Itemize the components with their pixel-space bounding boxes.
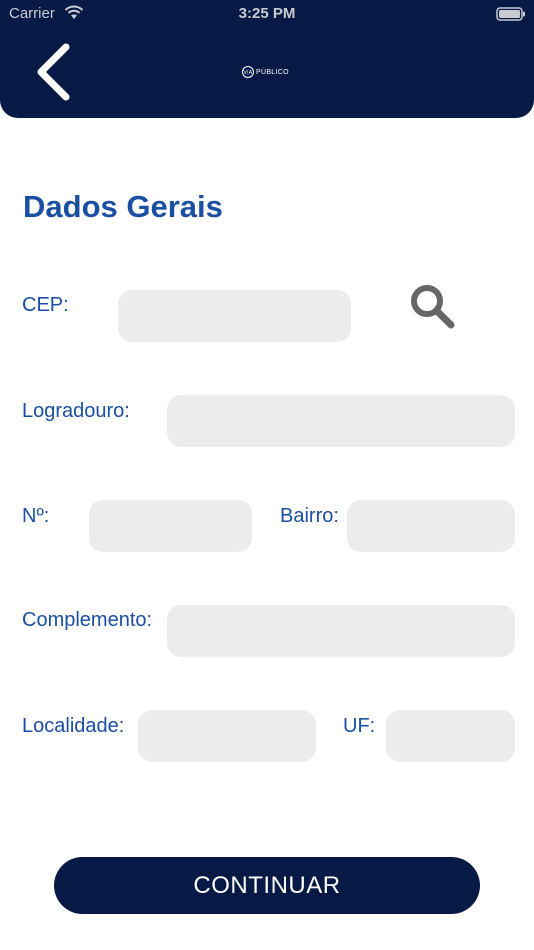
page-title: Dados Gerais bbox=[23, 189, 223, 224]
app-logo: VIA PÚBLICO bbox=[242, 64, 289, 80]
continue-button[interactable]: CONTINUAR bbox=[54, 857, 480, 914]
back-button[interactable] bbox=[28, 42, 78, 102]
battery-icon bbox=[496, 7, 525, 21]
cep-input[interactable] bbox=[118, 290, 351, 342]
complemento-label: Complemento: bbox=[22, 609, 153, 631]
logradouro-label: Logradouro: bbox=[22, 400, 130, 422]
complemento-input[interactable] bbox=[167, 605, 515, 657]
numero-label: Nº: bbox=[22, 505, 50, 527]
app-header: Carrier 3:25 PM VIA PÚBLICO bbox=[0, 0, 534, 118]
cep-label: CEP: bbox=[22, 294, 69, 316]
bairro-input[interactable] bbox=[347, 500, 515, 552]
logo-text: PÚBLICO bbox=[256, 68, 289, 76]
status-bar: Carrier 3:25 PM bbox=[0, 0, 534, 28]
search-icon[interactable] bbox=[408, 282, 456, 330]
bairro-label: Bairro: bbox=[280, 505, 339, 527]
localidade-input[interactable] bbox=[138, 710, 316, 762]
logo-badge: VIA bbox=[242, 66, 254, 78]
status-time: 3:25 PM bbox=[238, 5, 296, 22]
logradouro-input[interactable] bbox=[167, 395, 515, 447]
uf-input[interactable] bbox=[386, 710, 515, 762]
numero-input[interactable] bbox=[89, 500, 252, 552]
localidade-label: Localidade: bbox=[22, 715, 125, 737]
chevron-left-icon bbox=[37, 43, 70, 101]
uf-label: UF: bbox=[343, 715, 376, 737]
